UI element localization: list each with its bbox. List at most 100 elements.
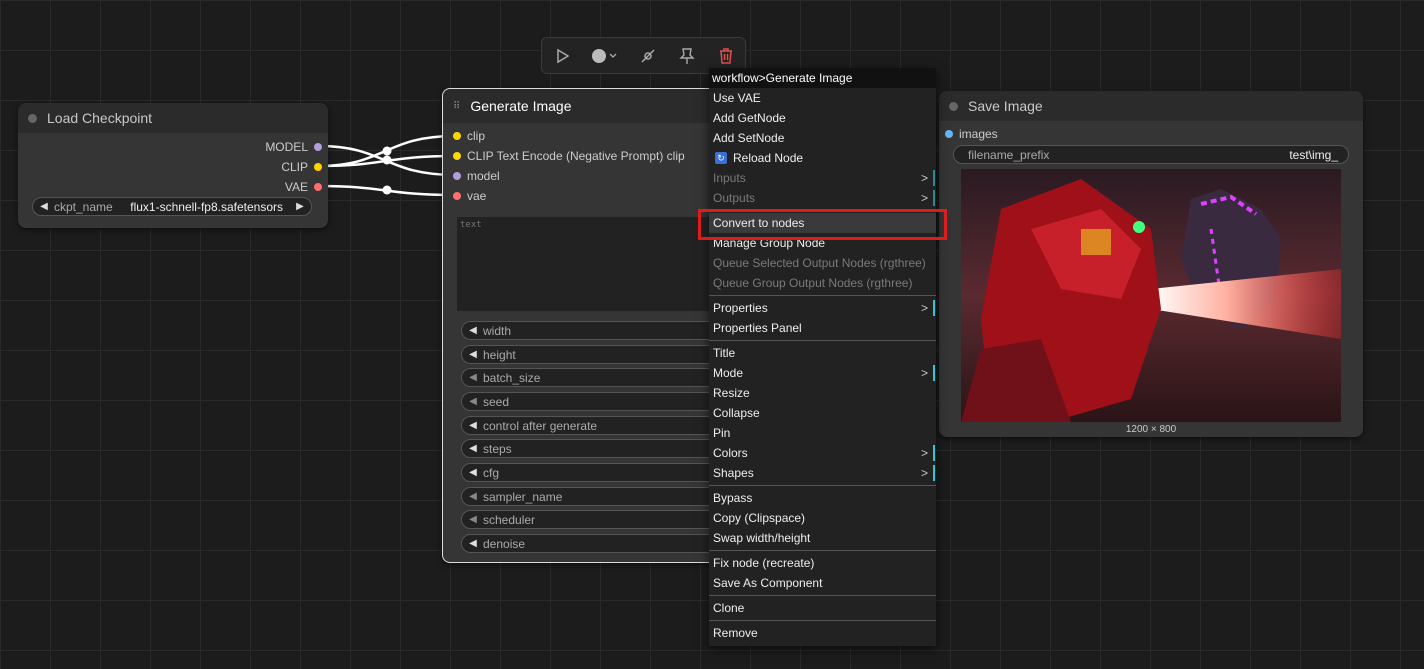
input-vae[interactable]: vae bbox=[453, 187, 486, 205]
input-clip-negative[interactable]: CLIP Text Encode (Negative Prompt) clip bbox=[453, 147, 685, 165]
arrow-left-icon[interactable]: ◀ bbox=[462, 420, 480, 431]
input-clip[interactable]: clip bbox=[453, 127, 485, 145]
menu-item-outputs[interactable]: Outputs > bbox=[709, 188, 936, 208]
slot-dot-icon[interactable] bbox=[453, 172, 461, 180]
arrow-left-icon[interactable]: ◀ bbox=[462, 514, 480, 525]
sampler-name-widget[interactable]: ◀ sampler_name bbox=[461, 487, 721, 506]
arrow-left-icon[interactable]: ◀ bbox=[462, 538, 480, 549]
menu-item-copy-clipspace[interactable]: Copy (Clipspace) bbox=[709, 508, 936, 528]
cfg-widget[interactable]: ◀ cfg bbox=[461, 463, 721, 482]
arrow-left-icon[interactable]: ◀ bbox=[33, 201, 51, 212]
steps-widget[interactable]: ◀ steps bbox=[461, 439, 721, 458]
slot-dot-icon[interactable] bbox=[314, 143, 322, 151]
menu-item-use-vae[interactable]: Use VAE bbox=[709, 88, 936, 108]
wire-junction bbox=[382, 146, 392, 156]
menu-item-manage-group-node[interactable]: Manage Group Node bbox=[709, 233, 936, 253]
seed-widget[interactable]: ◀ seed bbox=[461, 392, 721, 411]
pin-icon bbox=[678, 47, 695, 64]
menu-item-add-setnode[interactable]: Add SetNode bbox=[709, 128, 936, 148]
menu-item-properties[interactable]: Properties > bbox=[709, 298, 936, 318]
batch-size-widget[interactable]: ◀ batch_size bbox=[461, 368, 721, 387]
pin-button[interactable] bbox=[674, 43, 700, 69]
menu-item-shapes[interactable]: Shapes > bbox=[709, 463, 936, 483]
slot-dot-icon[interactable] bbox=[314, 163, 322, 171]
node-title: Generate Image bbox=[470, 98, 572, 114]
run-button[interactable] bbox=[549, 43, 575, 69]
menu-item-fix-node[interactable]: Fix node (recreate) bbox=[709, 553, 936, 573]
menu-item-title[interactable]: Title bbox=[709, 343, 936, 363]
filename-prefix-field[interactable]: filename_prefix test\img_ bbox=[953, 145, 1349, 164]
menu-label: Pin bbox=[713, 426, 731, 440]
menu-item-convert-to-nodes[interactable]: Convert to nodes bbox=[709, 213, 936, 233]
slot-dot-icon[interactable] bbox=[314, 183, 322, 191]
menu-item-queue-group[interactable]: Queue Group Output Nodes (rgthree) bbox=[709, 273, 936, 293]
width-widget[interactable]: ◀ width bbox=[461, 321, 721, 340]
submenu-arrow-icon: > bbox=[920, 191, 928, 205]
ckpt-name-combo[interactable]: ◀ ckpt_name flux1-schnell-fp8.safetensor… bbox=[32, 197, 312, 216]
menu-item-mode[interactable]: Mode > bbox=[709, 363, 936, 383]
menu-separator bbox=[709, 295, 936, 296]
wire-junction bbox=[382, 155, 392, 165]
color-button[interactable] bbox=[588, 43, 622, 69]
menu-item-colors[interactable]: Colors > bbox=[709, 443, 936, 463]
output-clip[interactable]: CLIP bbox=[281, 158, 322, 176]
output-model[interactable]: MODEL bbox=[265, 138, 322, 156]
menu-item-add-getnode[interactable]: Add GetNode bbox=[709, 108, 936, 128]
arrow-right-icon[interactable]: ▶ bbox=[293, 201, 311, 212]
menu-item-clone[interactable]: Clone bbox=[709, 598, 936, 618]
control-after-generate-widget[interactable]: ◀ control after generate bbox=[461, 416, 721, 435]
input-images[interactable]: images bbox=[945, 125, 998, 143]
arrow-left-icon[interactable]: ◀ bbox=[462, 372, 480, 383]
slot-dot-icon[interactable] bbox=[453, 152, 461, 160]
menu-item-bypass[interactable]: Bypass bbox=[709, 488, 936, 508]
menu-item-inputs[interactable]: Inputs > bbox=[709, 168, 936, 188]
menu-separator bbox=[709, 550, 936, 551]
menu-item-reload-node[interactable]: ↻ Reload Node bbox=[709, 148, 936, 168]
submenu-bar bbox=[933, 445, 935, 461]
arrow-left-icon[interactable]: ◀ bbox=[462, 491, 480, 502]
node-header[interactable]: Load Checkpoint bbox=[18, 103, 328, 133]
denoise-widget[interactable]: ◀ denoise bbox=[461, 534, 721, 553]
widget-label: width bbox=[483, 323, 512, 338]
menu-item-resize[interactable]: Resize bbox=[709, 383, 936, 403]
node-header[interactable]: ⠿ Generate Image bbox=[443, 89, 721, 123]
node-header[interactable]: Save Image bbox=[939, 91, 1363, 121]
menu-label: Remove bbox=[713, 626, 758, 640]
menu-item-swap-width-height[interactable]: Swap width/height bbox=[709, 528, 936, 548]
menu-item-pin[interactable]: Pin bbox=[709, 423, 936, 443]
arrow-left-icon[interactable]: ◀ bbox=[462, 396, 480, 407]
text-prompt-input[interactable] bbox=[457, 217, 712, 311]
drag-handle-icon[interactable]: ⠿ bbox=[453, 101, 460, 112]
output-vae[interactable]: VAE bbox=[285, 178, 322, 196]
slot-dot-icon[interactable] bbox=[453, 132, 461, 140]
arrow-left-icon[interactable]: ◀ bbox=[462, 325, 480, 336]
menu-item-remove[interactable]: Remove bbox=[709, 623, 936, 643]
arrow-left-icon[interactable]: ◀ bbox=[462, 443, 480, 454]
scheduler-widget[interactable]: ◀ scheduler bbox=[461, 510, 721, 529]
load-checkpoint-node[interactable]: Load Checkpoint MODEL CLIP VAE ◀ ckpt_na… bbox=[18, 103, 328, 228]
collapse-dot-icon[interactable] bbox=[949, 101, 958, 111]
menu-item-save-as-component[interactable]: Save As Component bbox=[709, 573, 936, 593]
wire-junction bbox=[382, 185, 392, 195]
wire-clip-1 bbox=[318, 134, 456, 168]
delete-button[interactable] bbox=[713, 43, 739, 69]
widget-label: height bbox=[483, 347, 516, 362]
menu-item-collapse[interactable]: Collapse bbox=[709, 403, 936, 423]
menu-label: Queue Selected Output Nodes (rgthree) bbox=[713, 256, 926, 270]
height-widget[interactable]: ◀ height bbox=[461, 345, 721, 364]
reload-icon: ↻ bbox=[715, 152, 727, 164]
input-model[interactable]: model bbox=[453, 167, 500, 185]
menu-item-properties-panel[interactable]: Properties Panel bbox=[709, 318, 936, 338]
widget-label: batch_size bbox=[483, 370, 541, 385]
menu-item-queue-selected[interactable]: Queue Selected Output Nodes (rgthree) bbox=[709, 253, 936, 273]
menu-label: Reload Node bbox=[733, 151, 804, 165]
menu-label: Inputs bbox=[713, 171, 746, 185]
bypass-button[interactable] bbox=[635, 43, 661, 69]
slot-dot-icon[interactable] bbox=[945, 130, 953, 138]
menu-label: Swap width/height bbox=[713, 531, 811, 545]
collapse-dot-icon[interactable] bbox=[28, 113, 37, 123]
arrow-left-icon[interactable]: ◀ bbox=[462, 467, 480, 478]
generate-image-node[interactable]: ⠿ Generate Image clip CLIP Text Encode (… bbox=[442, 88, 722, 563]
slot-dot-icon[interactable] bbox=[453, 192, 461, 200]
arrow-left-icon[interactable]: ◀ bbox=[462, 349, 480, 360]
